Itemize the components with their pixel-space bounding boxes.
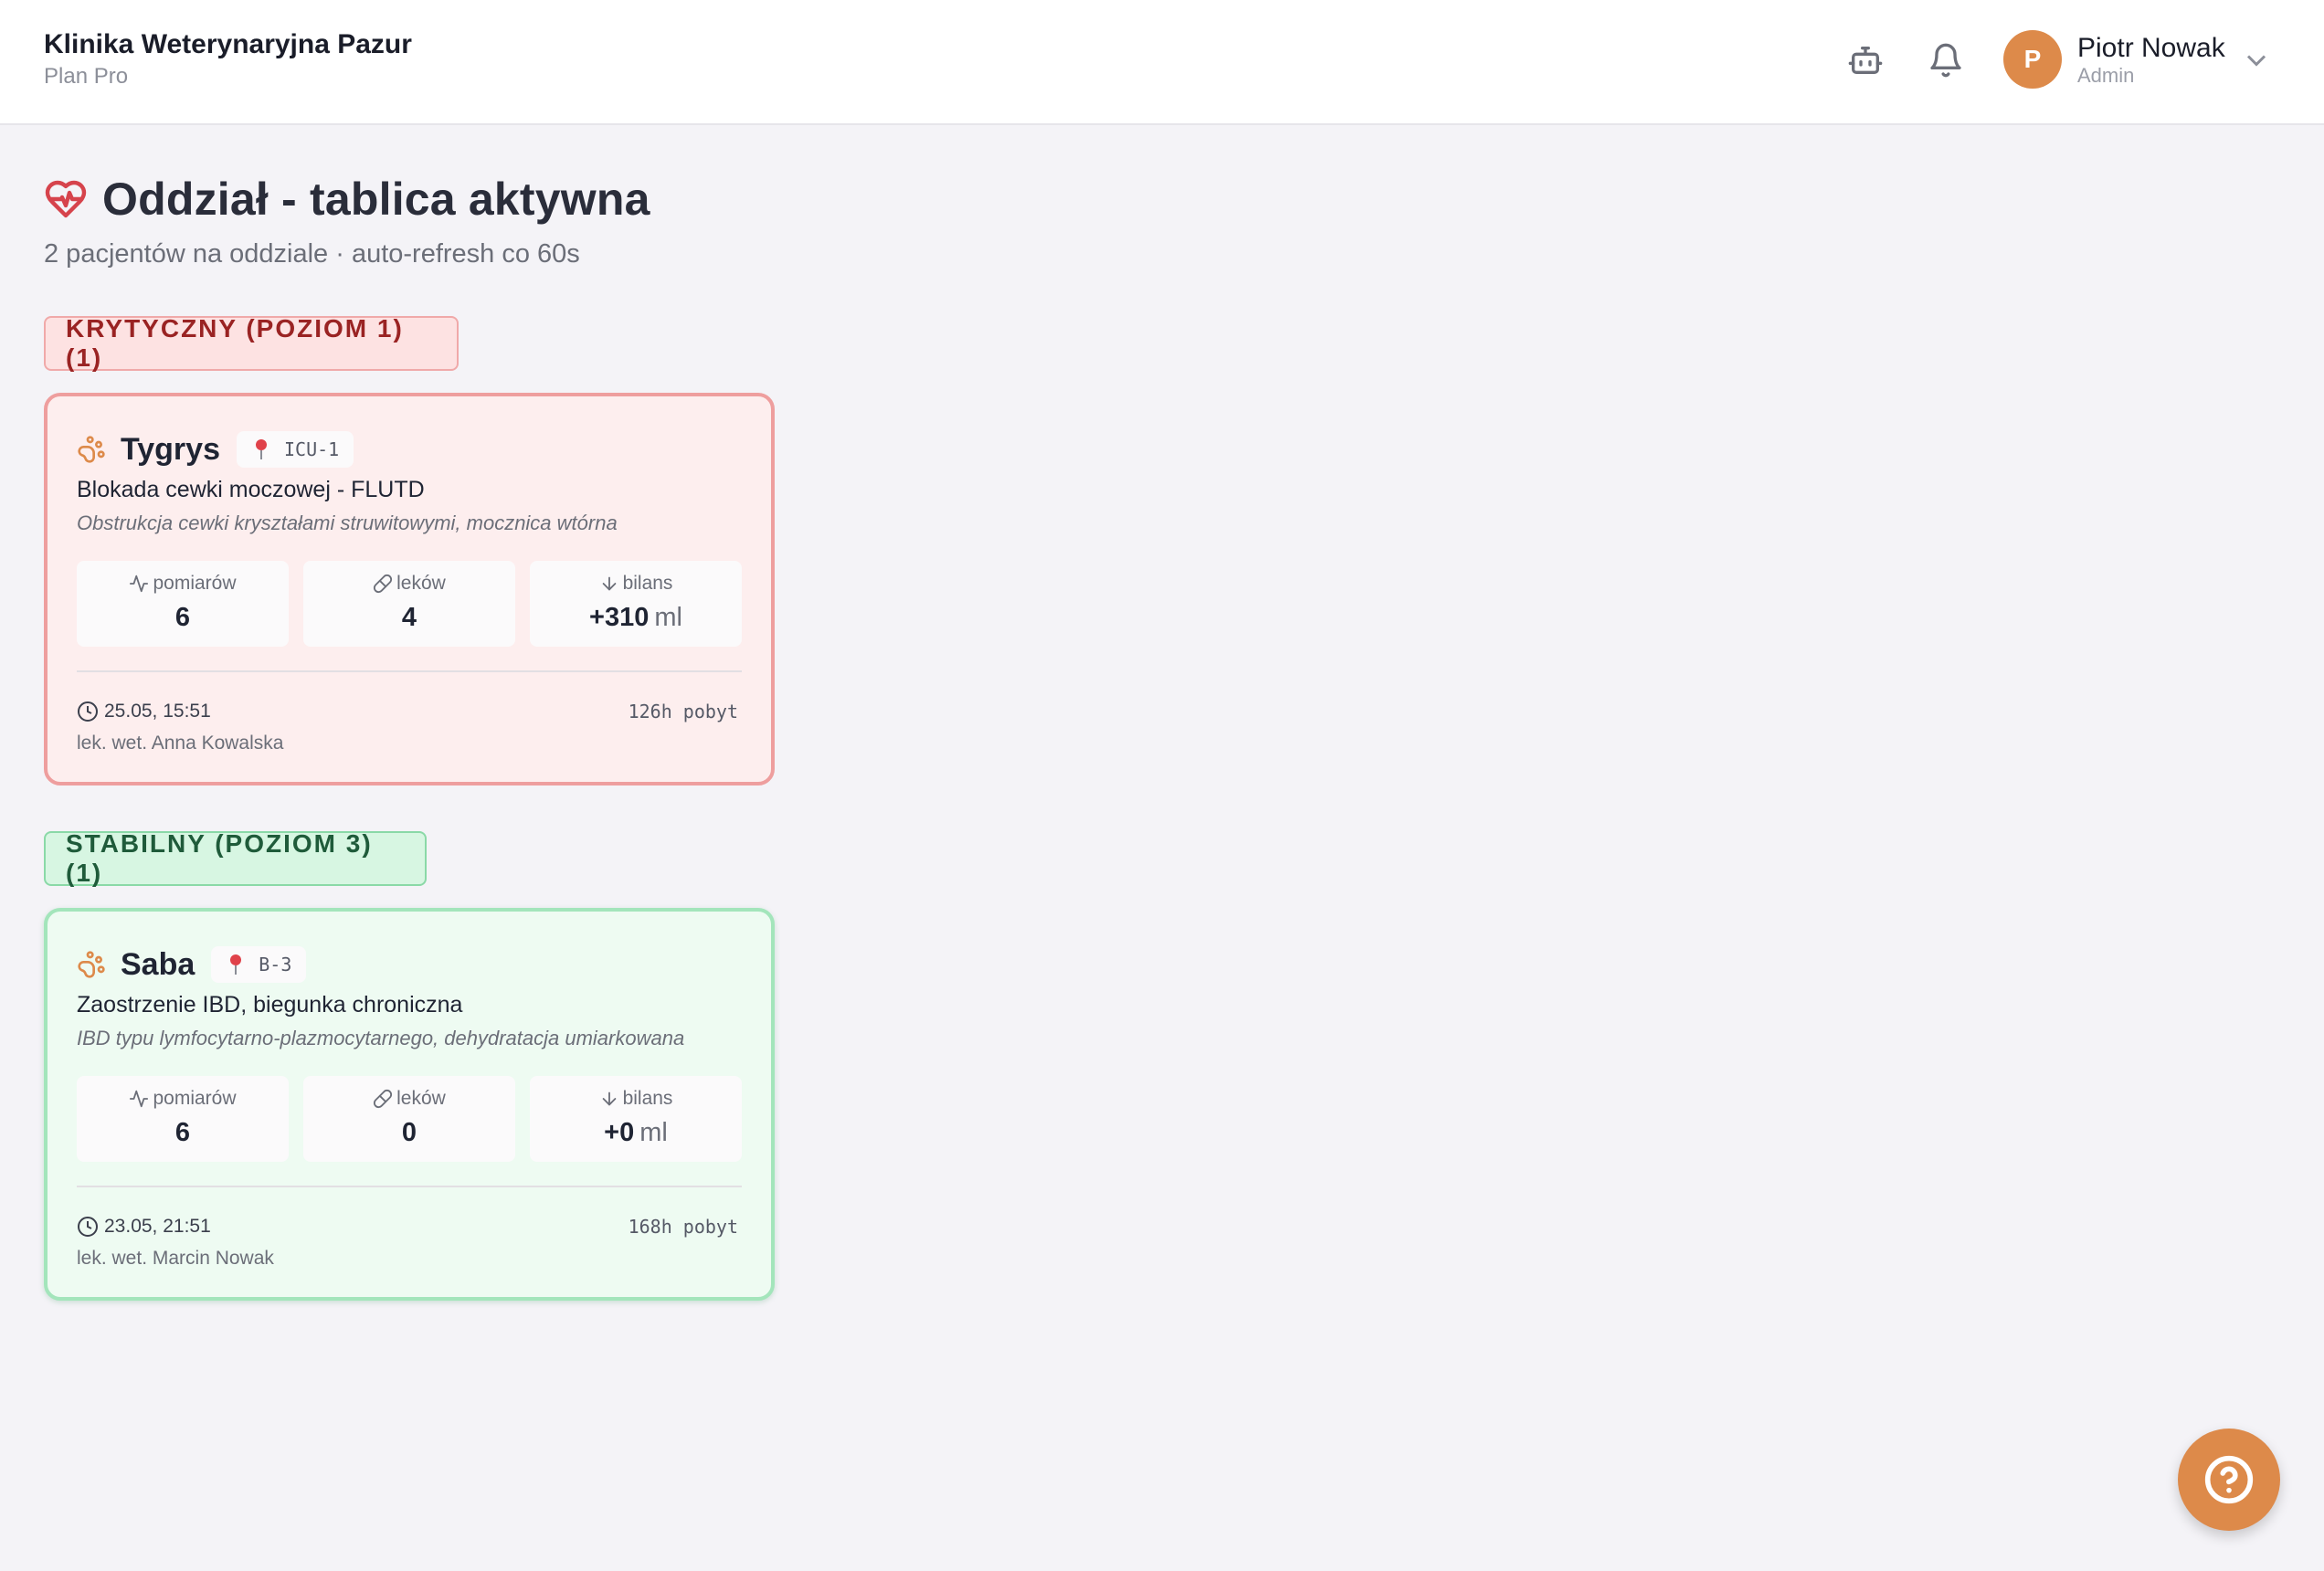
paw-icon	[77, 435, 106, 464]
stat-unit: ml	[654, 603, 682, 632]
plan-label: Plan Pro	[44, 64, 129, 89]
heart-pulse-icon	[44, 177, 88, 221]
stat-balance: bilans +0 ml	[530, 1076, 742, 1162]
arrow-down-icon	[602, 1091, 616, 1106]
stay-duration: 126h pobyt	[628, 701, 738, 722]
user-name[interactable]: Piotr Nowak	[2077, 33, 2225, 64]
top-bar: Klinika Weterynaryjna Pazur Plan Pro P P…	[0, 0, 2324, 125]
stat-unit: ml	[639, 1118, 668, 1147]
help-circle-icon	[2204, 1455, 2254, 1504]
stay-duration: 168h pobyt	[628, 1216, 738, 1238]
chevron-down-icon[interactable]	[2240, 44, 2273, 77]
location-badge: B-3	[211, 946, 307, 983]
user-role: Admin	[2077, 64, 2135, 87]
patient-card[interactable]: Saba B-3 Zaostrzenie IBD, biegunka chron…	[44, 908, 775, 1301]
clock-icon	[78, 1217, 98, 1237]
diagnosis: Zaostrzenie IBD, biegunka chroniczna	[77, 992, 463, 1017]
group-label-stable: STABILNY (POZIOM 3) (1)	[44, 829, 427, 887]
pill-icon	[374, 1089, 393, 1109]
location-label: B-3	[259, 954, 292, 975]
bell-icon[interactable]	[1926, 40, 1966, 80]
divider	[77, 670, 742, 672]
stat-value: +0	[604, 1118, 635, 1147]
page-heading: Oddział - tablica aktywna	[44, 172, 650, 227]
admission-time: 25.05, 15:51	[77, 698, 211, 725]
location-label: ICU-1	[283, 438, 340, 460]
stat-value: 4	[401, 603, 417, 632]
stat-label: pomiarów	[153, 573, 237, 594]
admission-time-label: 25.05, 15:51	[104, 701, 211, 722]
patient-header: Tygrys ICU-1	[77, 431, 354, 468]
stat-measurements: pomiarów 6	[77, 561, 289, 647]
stat-value: 6	[174, 603, 191, 632]
patient-header: Saba B-3	[77, 946, 307, 983]
attending-vet: lek. wet. Marcin Nowak	[77, 1248, 274, 1269]
pin-icon	[251, 438, 271, 461]
group-label-critical: KRYTYCZNY (POZIOM 1) (1)	[44, 314, 459, 372]
stat-label: pomiarów	[153, 1088, 237, 1109]
patient-name[interactable]: Tygrys	[121, 432, 220, 468]
stat-value: 0	[401, 1118, 417, 1147]
pin-icon	[226, 953, 246, 976]
patient-card[interactable]: Tygrys ICU-1 Blokada cewki moczowej - FL…	[44, 393, 775, 786]
help-button[interactable]	[2178, 1429, 2280, 1531]
diagnosis-detail: Obstrukcja cewki kryształami struwitowym…	[77, 511, 618, 534]
avatar[interactable]: P	[2003, 30, 2062, 89]
stat-label: bilans	[622, 573, 673, 594]
robot-icon[interactable]	[1845, 40, 1886, 80]
admission-time: 23.05, 21:51	[77, 1213, 211, 1240]
admission-time-label: 23.05, 21:51	[104, 1216, 211, 1237]
attending-vet: lek. wet. Anna Kowalska	[77, 733, 284, 754]
divider	[77, 1186, 742, 1187]
diagnosis: Blokada cewki moczowej - FLUTD	[77, 477, 425, 502]
page-subtitle: 2 pacjentów na oddziale · auto-refresh c…	[44, 239, 580, 269]
stat-value: +310	[589, 603, 650, 632]
stat-label: leków	[396, 1088, 446, 1109]
stat-value: 6	[174, 1118, 191, 1147]
paw-icon	[77, 950, 106, 979]
stat-balance: bilans +310 ml	[530, 561, 742, 647]
page-title: Oddział - tablica aktywna	[102, 174, 650, 225]
stat-label: bilans	[622, 1088, 673, 1109]
stat-meds: leków 0	[303, 1076, 515, 1162]
stat-meds: leków 4	[303, 561, 515, 647]
clock-icon	[78, 701, 98, 722]
diagnosis-detail: IBD typu lymfocytarno-plazmocytarnego, d…	[77, 1027, 685, 1049]
activity-icon	[130, 575, 149, 593]
stat-label: leków	[396, 573, 446, 594]
activity-icon	[130, 1090, 149, 1108]
location-badge: ICU-1	[236, 431, 354, 468]
stat-measurements: pomiarów 6	[77, 1076, 289, 1162]
patient-name[interactable]: Saba	[121, 947, 195, 983]
pill-icon	[374, 574, 393, 594]
arrow-down-icon	[602, 576, 616, 591]
clinic-name: Klinika Weterynaryjna Pazur	[44, 29, 412, 59]
